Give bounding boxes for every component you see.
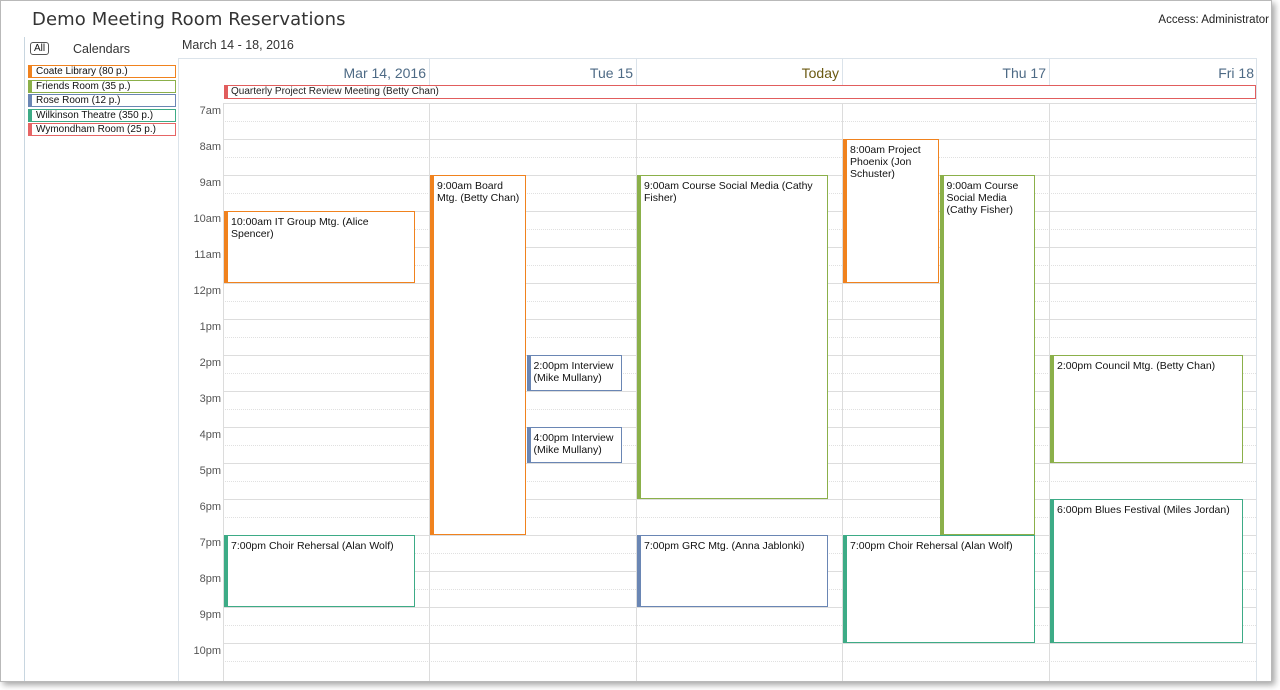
calendar-event[interactable]: 7:00pm GRC Mtg. (Anna Jablonki) [637,535,828,607]
time-label: 7pm [199,537,221,549]
calendar-event[interactable]: 4:00pm Interview (Mike Mullany) [526,427,622,463]
time-label: 10pm [193,645,221,657]
half-hour-line [223,661,1256,662]
allday-event[interactable]: Quarterly Project Review Meeting (Betty … [224,85,1256,99]
all-calendars-button[interactable]: All [30,42,50,55]
day-header[interactable]: Fri 18 [1049,65,1256,83]
week-range-label: March 14 - 18, 2016 [182,38,294,52]
time-label: 5pm [199,465,221,477]
access-level: Access: Administrator [1158,14,1269,26]
day-header[interactable]: Tue 15 [429,65,636,83]
time-label: 7am [199,105,221,117]
time-label: 6pm [199,501,221,513]
header-divider [636,59,637,85]
half-hour-line [223,121,1256,122]
week-calendar-grid: Quarterly Project Review Meeting (Betty … [178,58,1257,681]
time-label: 8pm [199,573,221,585]
calendar-event[interactable]: 8:00am Project Phoenix (Jon Schuster) [843,139,939,283]
header-divider [1049,59,1050,85]
time-label: 1pm [199,321,221,333]
calendar-item[interactable]: Rose Room (12 p.) [28,94,176,107]
calendar-event[interactable]: 6:00pm Blues Festival (Miles Jordan) [1050,499,1243,643]
calendar-item[interactable]: Wymondham Room (25 p.) [28,123,176,136]
calendar-event[interactable]: 9:00am Course Social Media (Cathy Fisher… [939,175,1035,535]
calendar-event[interactable]: 7:00pm Choir Rehersal (Alan Wolf) [843,535,1035,643]
time-label: 9am [199,177,221,189]
time-label: 2pm [199,357,221,369]
day-header[interactable]: Mar 14, 2016 [223,65,429,83]
time-label: 8am [199,141,221,153]
half-hour-line [223,157,1256,158]
calendar-event[interactable]: 2:00pm Council Mtg. (Betty Chan) [1050,355,1243,463]
time-label: 10am [193,213,221,225]
time-label: 4pm [199,429,221,441]
day-header[interactable]: Thu 17 [842,65,1049,83]
calendar-item[interactable]: Friends Room (35 p.) [28,79,176,93]
app-title: Demo Meeting Room Reservations [32,9,346,30]
calendar-item[interactable]: Wilkinson Theatre (350 p.) [28,108,176,122]
calendar-list: Coate Library (80 p.) Friends Room (35 p.… [28,65,176,138]
day-header[interactable]: Today [636,65,842,83]
hour-line [223,139,1256,140]
time-label: 3pm [199,393,221,405]
time-label: 11am [194,249,221,261]
calendar-event[interactable]: 7:00pm Choir Rehersal (Alan Wolf) [224,535,415,607]
calendar-item[interactable]: Coate Library (80 p.) [28,65,176,78]
hour-line [223,643,1256,644]
time-label: 12pm [193,285,221,297]
calendar-event[interactable]: 10:00am IT Group Mtg. (Alice Spencer) [224,211,415,283]
time-label: 9pm [199,609,221,621]
calendar-sidebar: All Calendars Coate Library (80 p.) Frien… [24,37,178,681]
header-divider [429,59,430,85]
calendar-event[interactable]: 9:00am Board Mtg. (Betty Chan) [430,175,526,535]
hour-line [223,103,1256,104]
header-divider [842,59,843,85]
calendar-event[interactable]: 9:00am Course Social Media (Cathy Fisher… [637,175,828,499]
calendars-heading: Calendars [73,42,130,56]
calendar-event[interactable]: 2:00pm Interview (Mike Mullany) [526,355,622,391]
app-window: Demo Meeting Room Reservations Access: A… [0,0,1272,682]
